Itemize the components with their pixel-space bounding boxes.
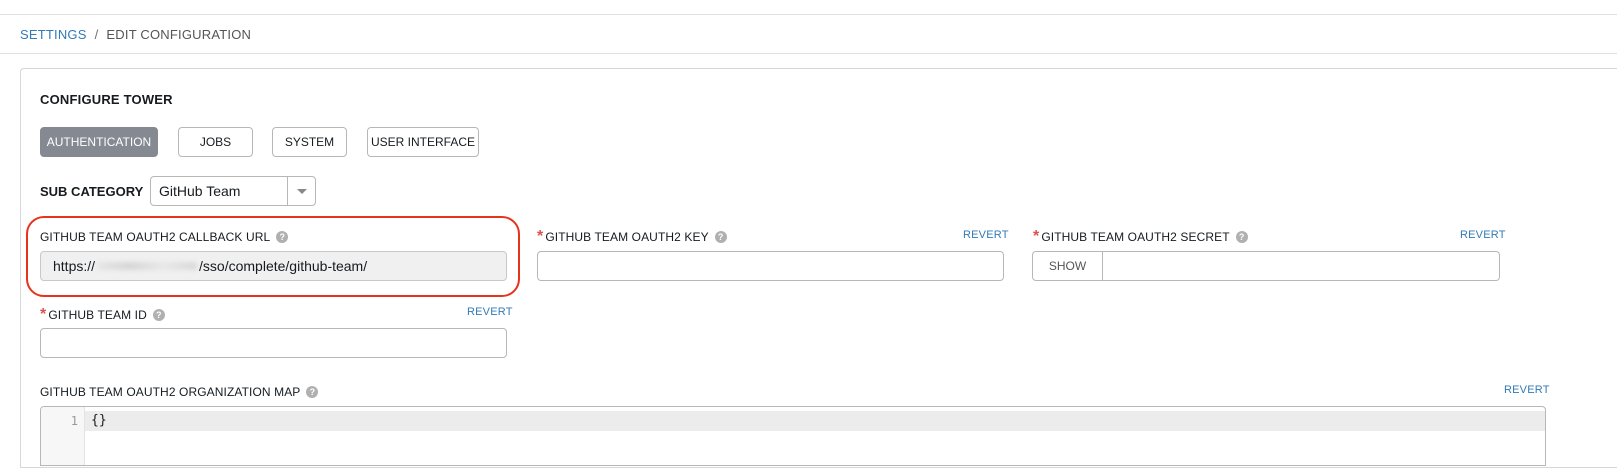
show-secret-button[interactable]: SHOW [1032,251,1103,281]
oauth2-key-label: * GITHUB TEAM OAUTH2 KEY ? [537,228,727,245]
team-id-label: * GITHUB TEAM ID ? [40,306,165,323]
help-circle-icon[interactable]: ? [714,231,727,243]
required-marker: * [537,228,544,245]
org-map-label-text: GITHUB TEAM OAUTH2 ORGANIZATION MAP [40,385,301,399]
required-marker: * [1033,228,1040,245]
panel-title: CONFIGURE TOWER [40,92,173,107]
oauth2-secret-input[interactable] [1103,251,1500,281]
annotation-highlight [26,216,520,297]
breadcrumb-current: EDIT CONFIGURATION [106,27,252,42]
help-circle-icon[interactable]: ? [1235,231,1248,243]
sub-category-select[interactable]: GitHub Team [150,176,316,206]
line-number: 1 [70,414,78,428]
help-circle-icon[interactable]: ? [152,309,165,321]
org-map-label: GITHUB TEAM OAUTH2 ORGANIZATION MAP ? [40,385,319,399]
tab-user-interface[interactable]: USER INTERFACE [367,127,479,157]
oauth2-secret-label-text: GITHUB TEAM OAUTH2 SECRET [1041,230,1230,244]
breadcrumb-settings-link[interactable]: SETTINGS [20,27,87,42]
breadcrumb-separator: / [94,27,99,42]
oauth2-secret-input-group: SHOW [1032,251,1500,281]
tab-system[interactable]: SYSTEM [272,127,347,157]
category-tabs: AUTHENTICATION JOBS SYSTEM USER INTERFAC… [40,127,479,157]
tab-jobs[interactable]: JOBS [178,127,253,157]
org-map-revert-link[interactable]: REVERT [1504,384,1550,396]
org-map-code-editor[interactable]: 1 {} [40,406,1546,466]
top-bar [0,0,1617,15]
team-id-label-text: GITHUB TEAM ID [48,308,147,322]
oauth2-secret-revert-link[interactable]: REVERT [1460,229,1506,241]
oauth2-key-input[interactable] [537,251,1004,281]
oauth2-key-revert-link[interactable]: REVERT [963,229,1009,241]
editor-code[interactable]: {} [91,413,107,428]
tab-authentication[interactable]: AUTHENTICATION [40,127,158,157]
oauth2-secret-label: * GITHUB TEAM OAUTH2 SECRET ? [1033,228,1248,245]
chevron-down-icon [296,188,307,194]
dropdown-toggle[interactable] [287,177,315,205]
sub-category-value: GitHub Team [159,183,241,199]
help-circle-icon[interactable]: ? [306,386,319,398]
sub-category-label: SUB CATEGORY [40,184,144,199]
editor-gutter: 1 [41,407,85,465]
breadcrumb: SETTINGS / EDIT CONFIGURATION [20,27,251,42]
team-id-revert-link[interactable]: REVERT [467,306,513,318]
header-divider [0,53,1617,54]
team-id-input[interactable] [40,328,507,358]
oauth2-key-label-text: GITHUB TEAM OAUTH2 KEY [545,230,709,244]
required-marker: * [40,306,47,323]
active-line-highlight [85,411,1545,431]
